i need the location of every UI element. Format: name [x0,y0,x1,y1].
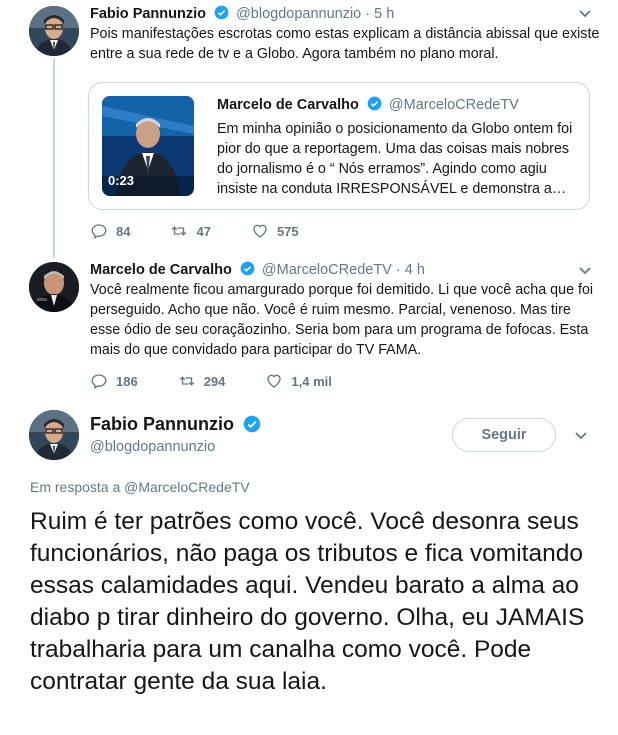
verified-icon [367,96,382,111]
like-icon [253,224,267,238]
chevron-down-icon[interactable] [574,431,588,441]
verified-icon [243,415,261,433]
chevron-down-icon[interactable] [578,266,592,276]
quoted-tweet[interactable]: 0:23 Marcelo de Carvalho @MarceloCRedeTV… [88,82,590,210]
author-name[interactable]: Fabio Pannunzio [90,6,206,22]
like-button[interactable]: 575 [251,222,299,240]
avatar[interactable] [29,262,79,312]
reply-icon [91,224,107,239]
tweet-text: Ruim é ter patrões como você. Você deson… [30,508,585,695]
reply-context: Em resposta a @MarceloCRedeTV [30,479,250,495]
reply-to-link[interactable]: @MarceloCRedeTV [124,479,249,495]
verified-icon [214,5,229,20]
retweet-count: 47 [196,223,211,239]
thread-line [53,58,55,258]
avatar[interactable] [29,410,79,460]
reply-icon [91,374,107,389]
author-handle[interactable]: @MarceloCRedeTV [262,262,392,278]
tweet-text: Você realmente ficou amargurado porque f… [90,282,594,358]
reply-count: 84 [116,223,131,239]
author-name[interactable]: Fabio Pannunzio [90,414,264,435]
author-handle[interactable]: @blogdopannunzio [90,439,215,455]
quoted-author-name: Marcelo de Carvalho [217,97,359,113]
avatar[interactable] [29,6,79,56]
reply-count: 186 [116,373,138,389]
retweet-button[interactable]: 294 [178,372,226,390]
like-count: 1,4 mil [291,373,332,389]
tweet-header: Marcelo de Carvalho @MarceloCRedeTV · 4 … [90,261,425,278]
retweet-count: 294 [203,373,226,389]
author-name-text: Fabio Pannunzio [90,414,234,434]
tweet-actions: 186 294 1,4 mil [90,372,372,390]
retweet-button[interactable]: 47 [170,222,211,240]
quoted-author-handle: @MarceloCRedeTV [388,97,519,113]
reply-prefix: Em resposta a [30,479,121,495]
timestamp[interactable]: · 5 h [365,6,394,22]
verified-icon [240,261,255,276]
reply-button[interactable]: 186 [90,372,138,390]
video-duration: 0:23 [108,173,135,188]
tweet-text: Pois manifestações escrotas como estas e… [90,26,600,62]
reply-button[interactable]: 84 [90,222,130,240]
like-icon [267,374,282,388]
timestamp[interactable]: · 4 h [396,262,425,278]
retweet-icon [179,376,194,386]
retweet-icon [172,226,187,236]
like-button[interactable]: 1,4 mil [265,372,332,390]
tweet-header: Fabio Pannunzio @blogdopannunzio · 5 h [90,5,394,22]
like-count: 575 [276,223,299,239]
follow-button[interactable]: Seguir [452,418,556,452]
chevron-down-icon[interactable] [578,9,592,19]
tweet-actions: 84 47 575 [90,222,339,240]
video-thumbnail[interactable]: 0:23 [102,96,194,196]
quoted-header: Marcelo de Carvalho @MarceloCRedeTV [217,96,519,113]
quoted-text: Em minha opinião o posicionamento da Glo… [217,121,573,197]
author-name[interactable]: Marcelo de Carvalho [90,262,232,278]
author-handle[interactable]: @blogdopannunzio [236,6,361,22]
